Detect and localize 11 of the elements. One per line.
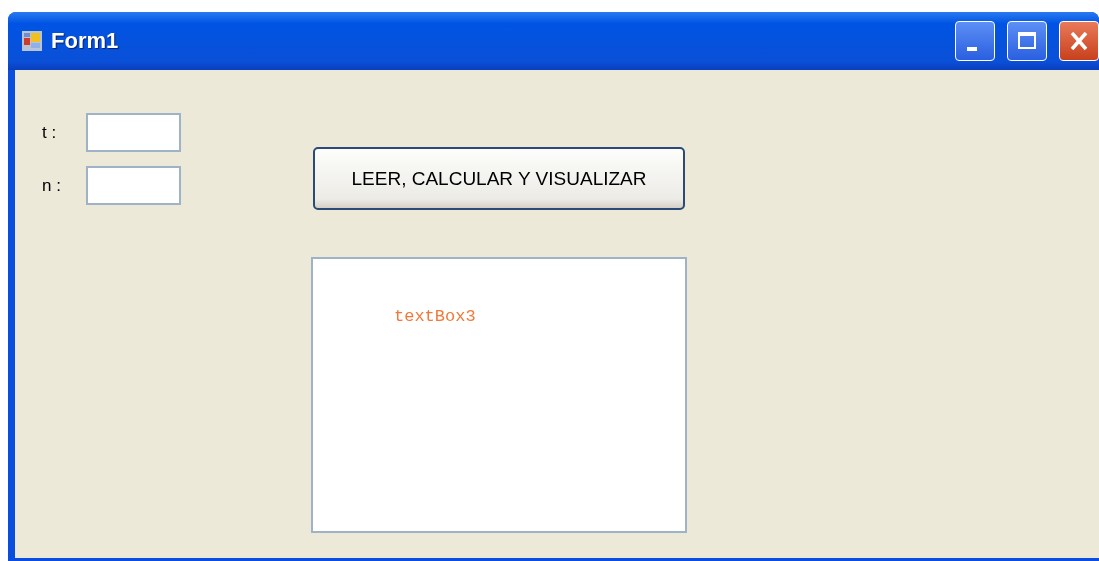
app-icon	[21, 30, 43, 52]
close-button[interactable]	[1059, 21, 1099, 61]
field-label: n :	[42, 175, 62, 196]
field-label: t :	[42, 122, 58, 143]
minimize-icon	[967, 47, 977, 51]
minimize-button[interactable]	[955, 21, 995, 61]
input-field[interactable]	[86, 113, 181, 152]
action-button[interactable]: LEER, CALCULAR Y VISUALIZAR	[313, 147, 685, 210]
window-title: Form1	[51, 28, 119, 54]
input-field[interactable]	[86, 166, 181, 205]
maximize-button[interactable]	[1007, 21, 1047, 61]
